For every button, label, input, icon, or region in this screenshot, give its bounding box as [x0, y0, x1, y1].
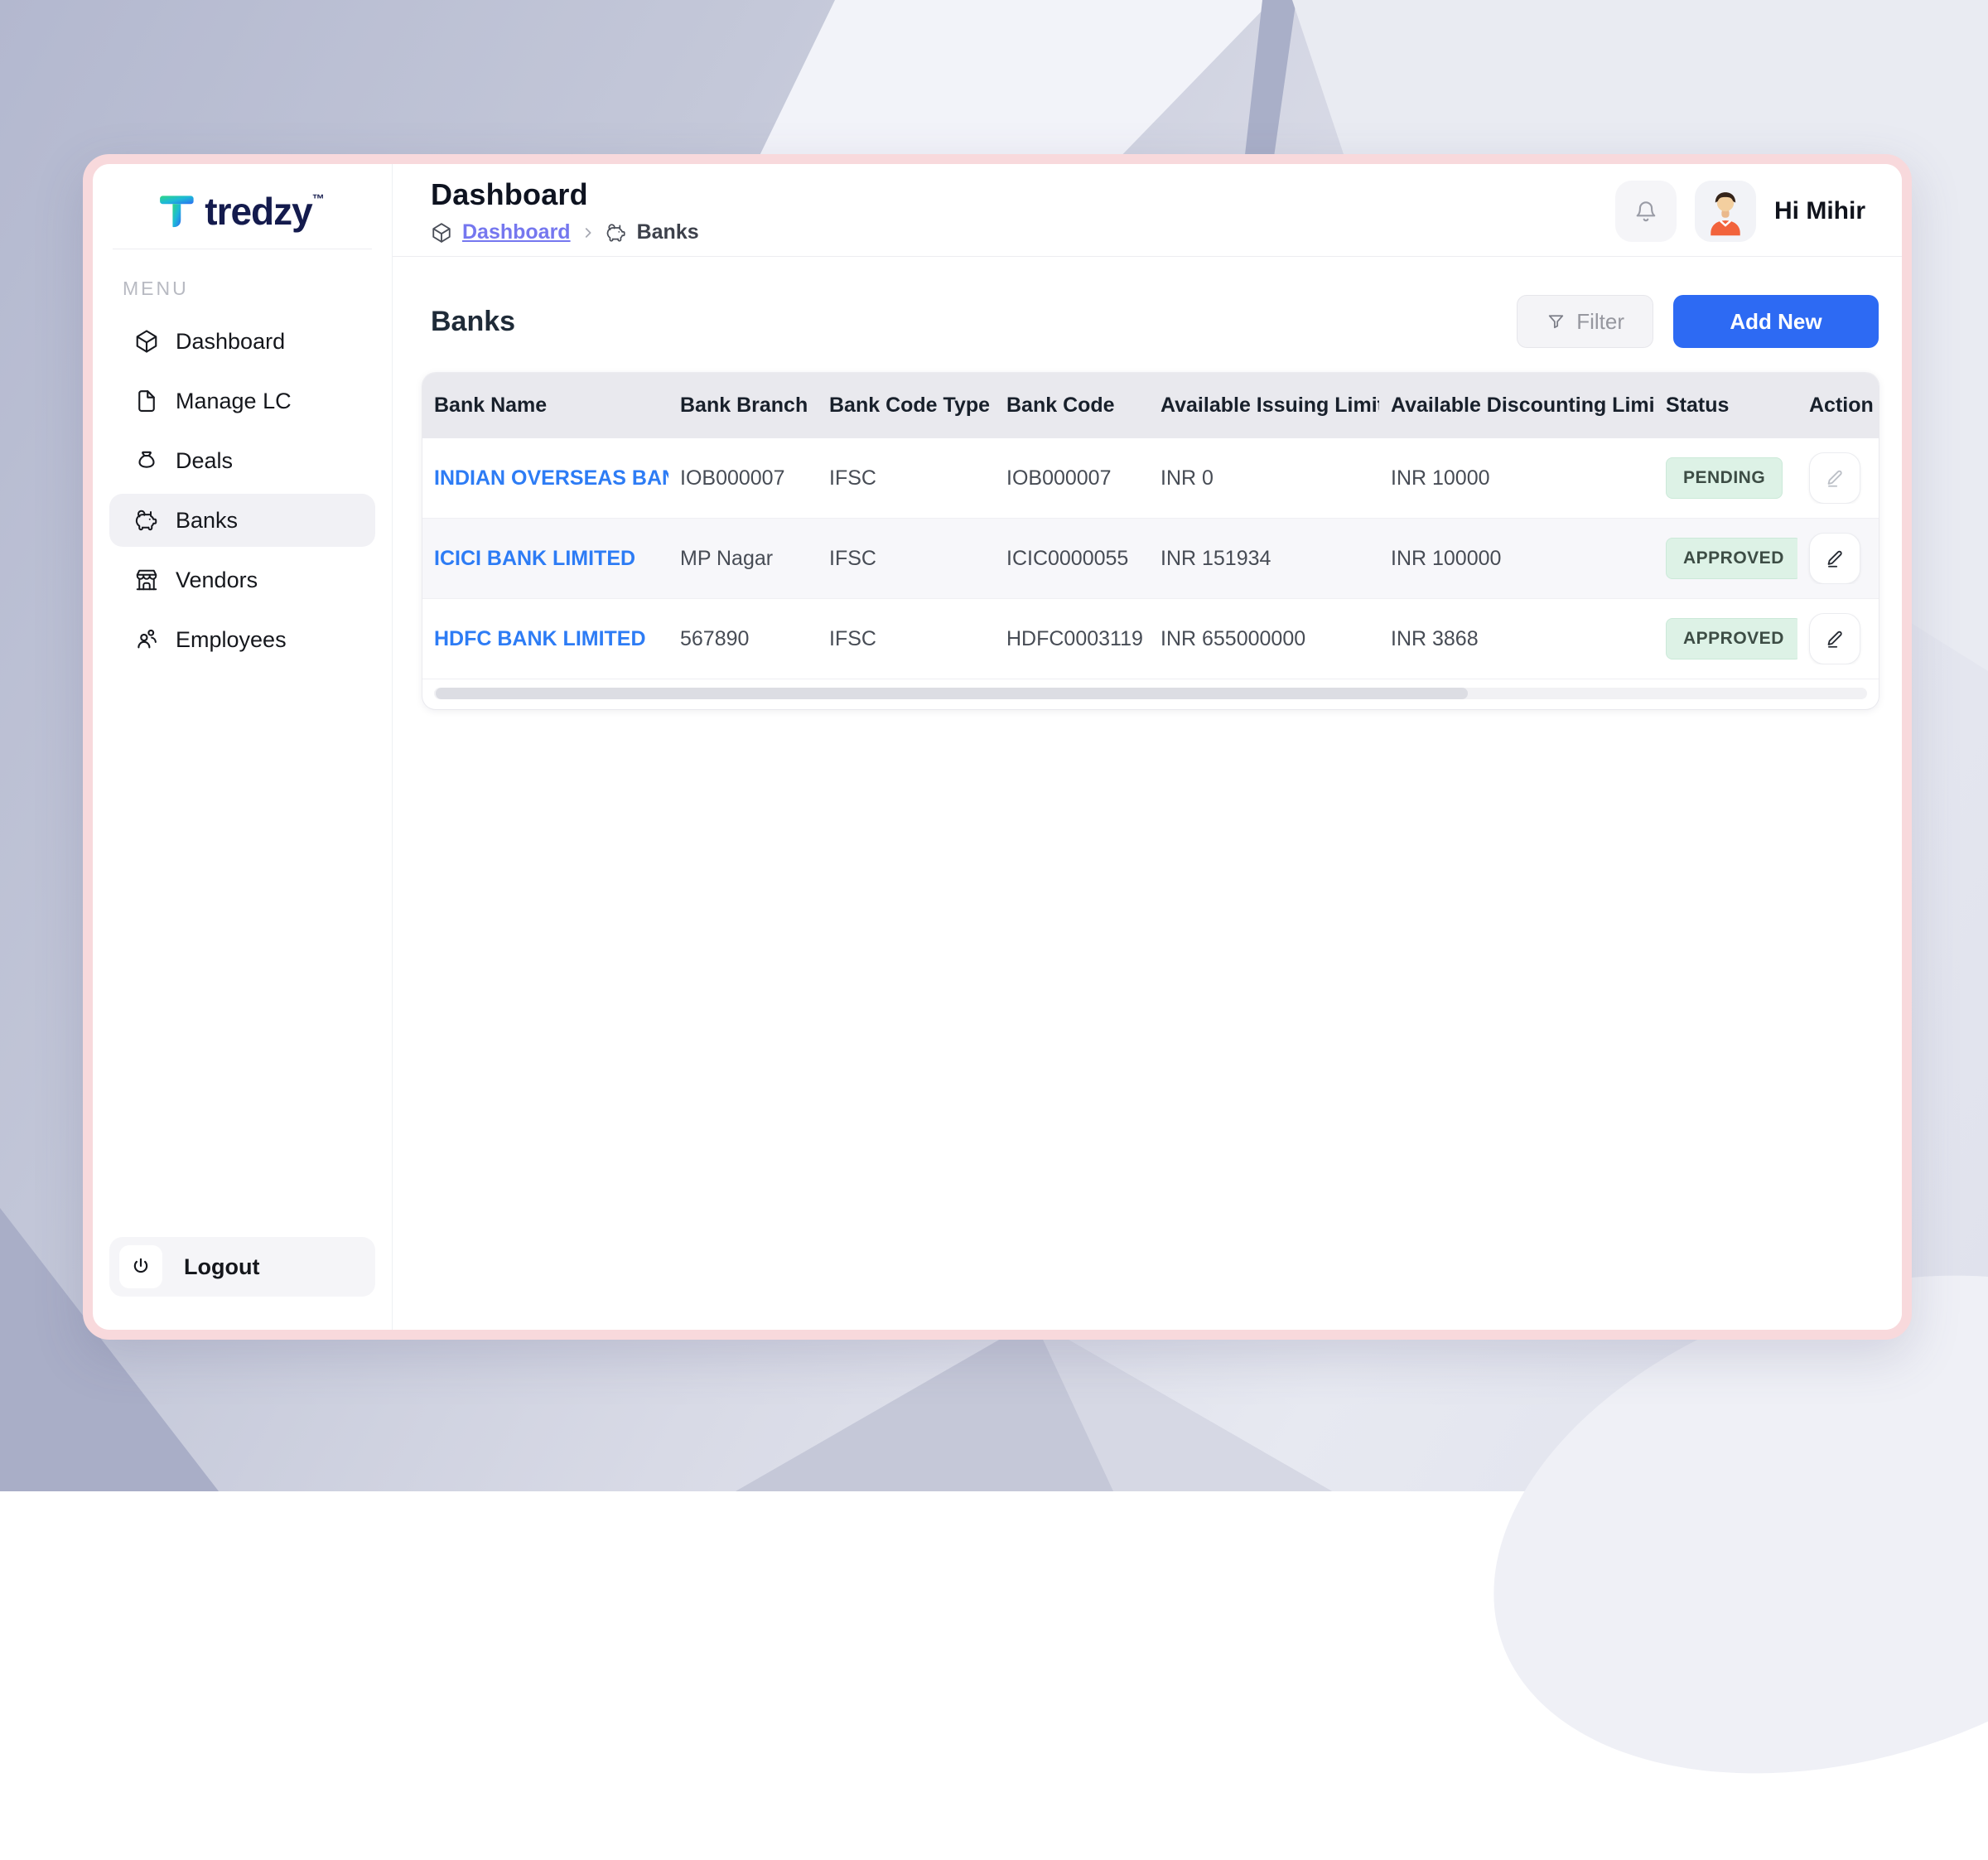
bank-name-link[interactable]: ICICI BANK LIMITED: [434, 547, 635, 570]
status-badge: APPROVED: [1666, 618, 1797, 659]
money-bag-icon: [134, 448, 159, 473]
cube-icon: [431, 222, 452, 244]
top-bar: Dashboard Dashboard Banks Hi Mihir: [393, 164, 1902, 257]
sidebar-item-label: Vendors: [176, 567, 258, 592]
bank-code-type-cell: IFSC: [829, 626, 876, 650]
discounting-limit-cell: INR 10000: [1391, 466, 1490, 490]
breadcrumb: Dashboard Banks: [431, 220, 699, 244]
sidebar-item-dashboard[interactable]: Dashboard: [109, 315, 375, 368]
user-greeting: Hi Mihir: [1774, 196, 1865, 225]
sidebar-item-label: Dashboard: [176, 328, 286, 354]
column-header-issuing-limit: Available Issuing Limit: [1160, 394, 1379, 417]
cube-icon: [134, 329, 159, 354]
bank-name-link[interactable]: INDIAN OVERSEAS BANK: [434, 466, 668, 490]
bank-code-cell: IOB000007: [1006, 466, 1112, 490]
issuing-limit-cell: INR 0: [1160, 466, 1214, 490]
users-icon: [134, 627, 159, 652]
bank-branch-cell: 567890: [680, 626, 750, 650]
sidebar-menu: Dashboard Manage LC Deals Banks Vendors …: [93, 315, 392, 666]
horizontal-scrollbar-thumb[interactable]: [436, 688, 1468, 699]
pencil-icon: [1824, 628, 1846, 650]
bank-code-type-cell: IFSC: [829, 466, 876, 490]
edit-button[interactable]: [1809, 533, 1860, 584]
column-header-bank-code: Bank Code: [1006, 394, 1115, 417]
logout-button[interactable]: Logout: [109, 1237, 375, 1297]
table-row: ICICI BANK LIMITED MP Nagar IFSC ICIC000…: [422, 519, 1879, 599]
piggy-bank-icon: [134, 508, 159, 533]
brand-trademark: ™: [311, 192, 325, 206]
sidebar-item-banks[interactable]: Banks: [109, 494, 375, 547]
section-title: Banks: [431, 305, 516, 337]
file-icon: [134, 389, 159, 413]
app-window: tredzy™ MENU Dashboard Manage LC Deals B…: [83, 154, 1912, 1340]
user-avatar-button[interactable]: [1695, 180, 1756, 242]
banks-table: Bank Name Bank Branch Bank Code Type Ban…: [422, 373, 1879, 709]
brand-logo: tredzy™: [93, 186, 392, 249]
bell-icon: [1633, 198, 1659, 225]
table-row: HDFC BANK LIMITED 567890 IFSC HDFC000311…: [422, 599, 1879, 679]
notifications-button[interactable]: [1615, 180, 1677, 242]
column-header-discounting-limit: Available Discounting Limit: [1391, 394, 1654, 417]
sidebar-item-label: Employees: [176, 626, 287, 652]
table-row: INDIAN OVERSEAS BANK IOB000007 IFSC IOB0…: [422, 438, 1879, 519]
chevron-right-icon: [581, 225, 596, 240]
menu-section-label: MENU: [123, 278, 189, 299]
brand-logo-icon: [160, 196, 194, 228]
sidebar-item-label: Manage LC: [176, 388, 292, 413]
storefront-icon: [134, 568, 159, 592]
column-header-status: Status: [1666, 394, 1730, 417]
status-badge: APPROVED: [1666, 538, 1797, 579]
discounting-limit-cell: INR 100000: [1391, 546, 1502, 570]
column-header-bank-branch: Bank Branch: [680, 394, 808, 417]
pencil-icon: [1824, 467, 1846, 489]
bank-name-link[interactable]: HDFC BANK LIMITED: [434, 627, 646, 650]
brand-name: tredzy: [205, 190, 312, 233]
sidebar-item-label: Deals: [176, 447, 234, 473]
toolbar-actions: Filter Add New: [1517, 295, 1879, 348]
content: Banks Filter Add New Bank Name Bank Bran…: [393, 257, 1902, 1330]
sidebar-item-manage-lc[interactable]: Manage LC: [109, 374, 375, 428]
horizontal-scrollbar-track: [434, 688, 1867, 699]
sidebar-item-deals[interactable]: Deals: [109, 434, 375, 487]
add-new-button[interactable]: Add New: [1673, 295, 1879, 348]
page-title: Dashboard: [431, 177, 588, 211]
avatar: [1695, 180, 1756, 242]
breadcrumb-current: Banks: [636, 220, 699, 244]
edit-button[interactable]: [1809, 452, 1860, 504]
power-icon: [130, 1256, 152, 1278]
pencil-icon: [1824, 548, 1846, 569]
logout-label: Logout: [184, 1254, 260, 1279]
edit-button[interactable]: [1809, 613, 1860, 664]
logout-icon-box: [119, 1245, 162, 1288]
column-header-bank-name: Bank Name: [434, 394, 548, 417]
header-actions: Hi Mihir: [1615, 180, 1865, 242]
bank-branch-cell: MP Nagar: [680, 546, 774, 570]
sidebar: tredzy™ MENU Dashboard Manage LC Deals B…: [93, 164, 393, 1330]
table-header-row: Bank Name Bank Branch Bank Code Type Ban…: [422, 373, 1879, 438]
issuing-limit-cell: INR 655000000: [1160, 626, 1306, 650]
bank-branch-cell: IOB000007: [680, 466, 785, 490]
issuing-limit-cell: INR 151934: [1160, 546, 1271, 570]
filter-button[interactable]: Filter: [1517, 295, 1653, 348]
bank-code-cell: ICIC0000055: [1006, 546, 1129, 570]
sidebar-item-label: Banks: [176, 507, 239, 533]
bank-code-cell: HDFC0003119: [1006, 626, 1143, 650]
discounting-limit-cell: INR 3868: [1391, 626, 1479, 650]
content-toolbar: Banks Filter Add New: [422, 290, 1879, 348]
sidebar-item-vendors[interactable]: Vendors: [109, 553, 375, 606]
filter-label: Filter: [1576, 308, 1624, 334]
piggy-bank-icon: [606, 222, 627, 244]
breadcrumb-home-link[interactable]: Dashboard: [462, 220, 571, 244]
funnel-icon: [1546, 312, 1566, 332]
sidebar-item-employees[interactable]: Employees: [109, 613, 375, 666]
main-area: Dashboard Dashboard Banks Hi Mihir Banks…: [393, 164, 1902, 1330]
column-header-bank-code-type: Bank Code Type: [829, 394, 991, 417]
column-header-action: Action: [1809, 394, 1874, 417]
status-badge: PENDING: [1666, 457, 1783, 499]
bank-code-type-cell: IFSC: [829, 546, 876, 570]
